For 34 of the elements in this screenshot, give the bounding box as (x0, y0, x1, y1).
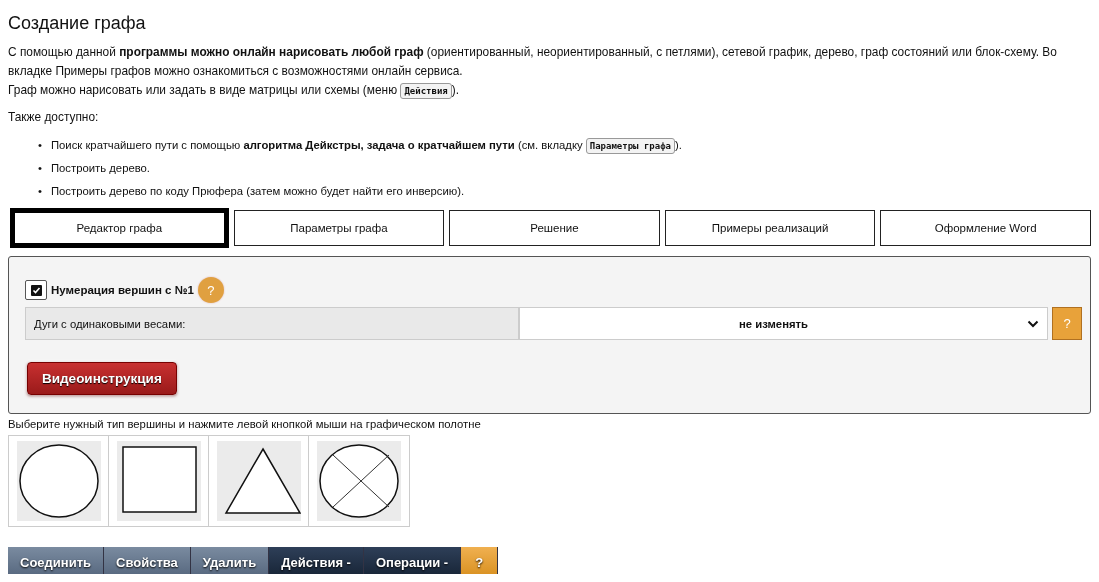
tab-link[interactable]: Параметры графа (585, 138, 676, 154)
video-button[interactable]: Видеоинструкция (27, 362, 177, 395)
page-title: Создание графа (8, 13, 147, 34)
toolbar-button[interactable]: Свойства (104, 547, 191, 574)
toolbar-button[interactable]: Удалить (190, 547, 270, 574)
crossed-circle-icon (319, 444, 399, 518)
tab[interactable]: Решение (449, 210, 660, 246)
toolbar-button[interactable]: Операции - (363, 547, 462, 574)
bullet: • (38, 138, 42, 153)
triangle-icon (224, 447, 301, 514)
toolbar-button[interactable]: Действия - (269, 547, 364, 574)
hint-text: Выберите нужный тип вершины и нажмите левой кнопкой мыши на графическом полотне (8, 418, 482, 430)
feature-item: Поиск кратчайшего пути с помощью алгоритма Дейкстры, задача о кратчайшем пути (см. вкладку Параметры графа ). (50, 134, 682, 157)
tab[interactable]: Параметры графа (233, 210, 445, 246)
intro-text: Граф можно нарисовать или задать в виде матрицы или схемы (меню Действия ). (8, 82, 460, 100)
checkmark-icon (30, 284, 42, 296)
toolbar-button[interactable]: Соединить (8, 547, 104, 574)
tab[interactable]: Оформление Word (880, 210, 1091, 246)
feature-item: Построить дерево по коду Прюфера (затем можно будет найти его инверсию). (50, 184, 465, 199)
bullet: • (38, 161, 42, 176)
dropdown[interactable]: не изменять (519, 307, 1048, 340)
section-label: Также доступно: (8, 109, 100, 126)
chevron-down-icon (1027, 319, 1039, 328)
feature-item: Построить дерево. (50, 161, 150, 176)
checkbox[interactable] (25, 280, 47, 300)
field-label: Дуги с одинаковыми весами: (25, 307, 519, 340)
intro-text: С помощью данной программы можно онлайн нарисовать любой граф (ориентированный, неориентированный, с петлями), сетевой график, дерево, граф состояний или блок-схему. Во вкладке Примеры графов можно ознакомиться с возможностями онлайн сервиса. (8, 44, 1058, 80)
square-icon (121, 446, 197, 513)
checkbox-label: Нумерация вершин с №1 (51, 284, 194, 296)
tab[interactable]: Редактор графа (10, 208, 229, 248)
menu-link[interactable]: Действия (400, 83, 452, 99)
bullet: • (38, 184, 42, 199)
circle-icon (18, 444, 99, 518)
tab[interactable]: Примеры реализаций (664, 210, 876, 246)
